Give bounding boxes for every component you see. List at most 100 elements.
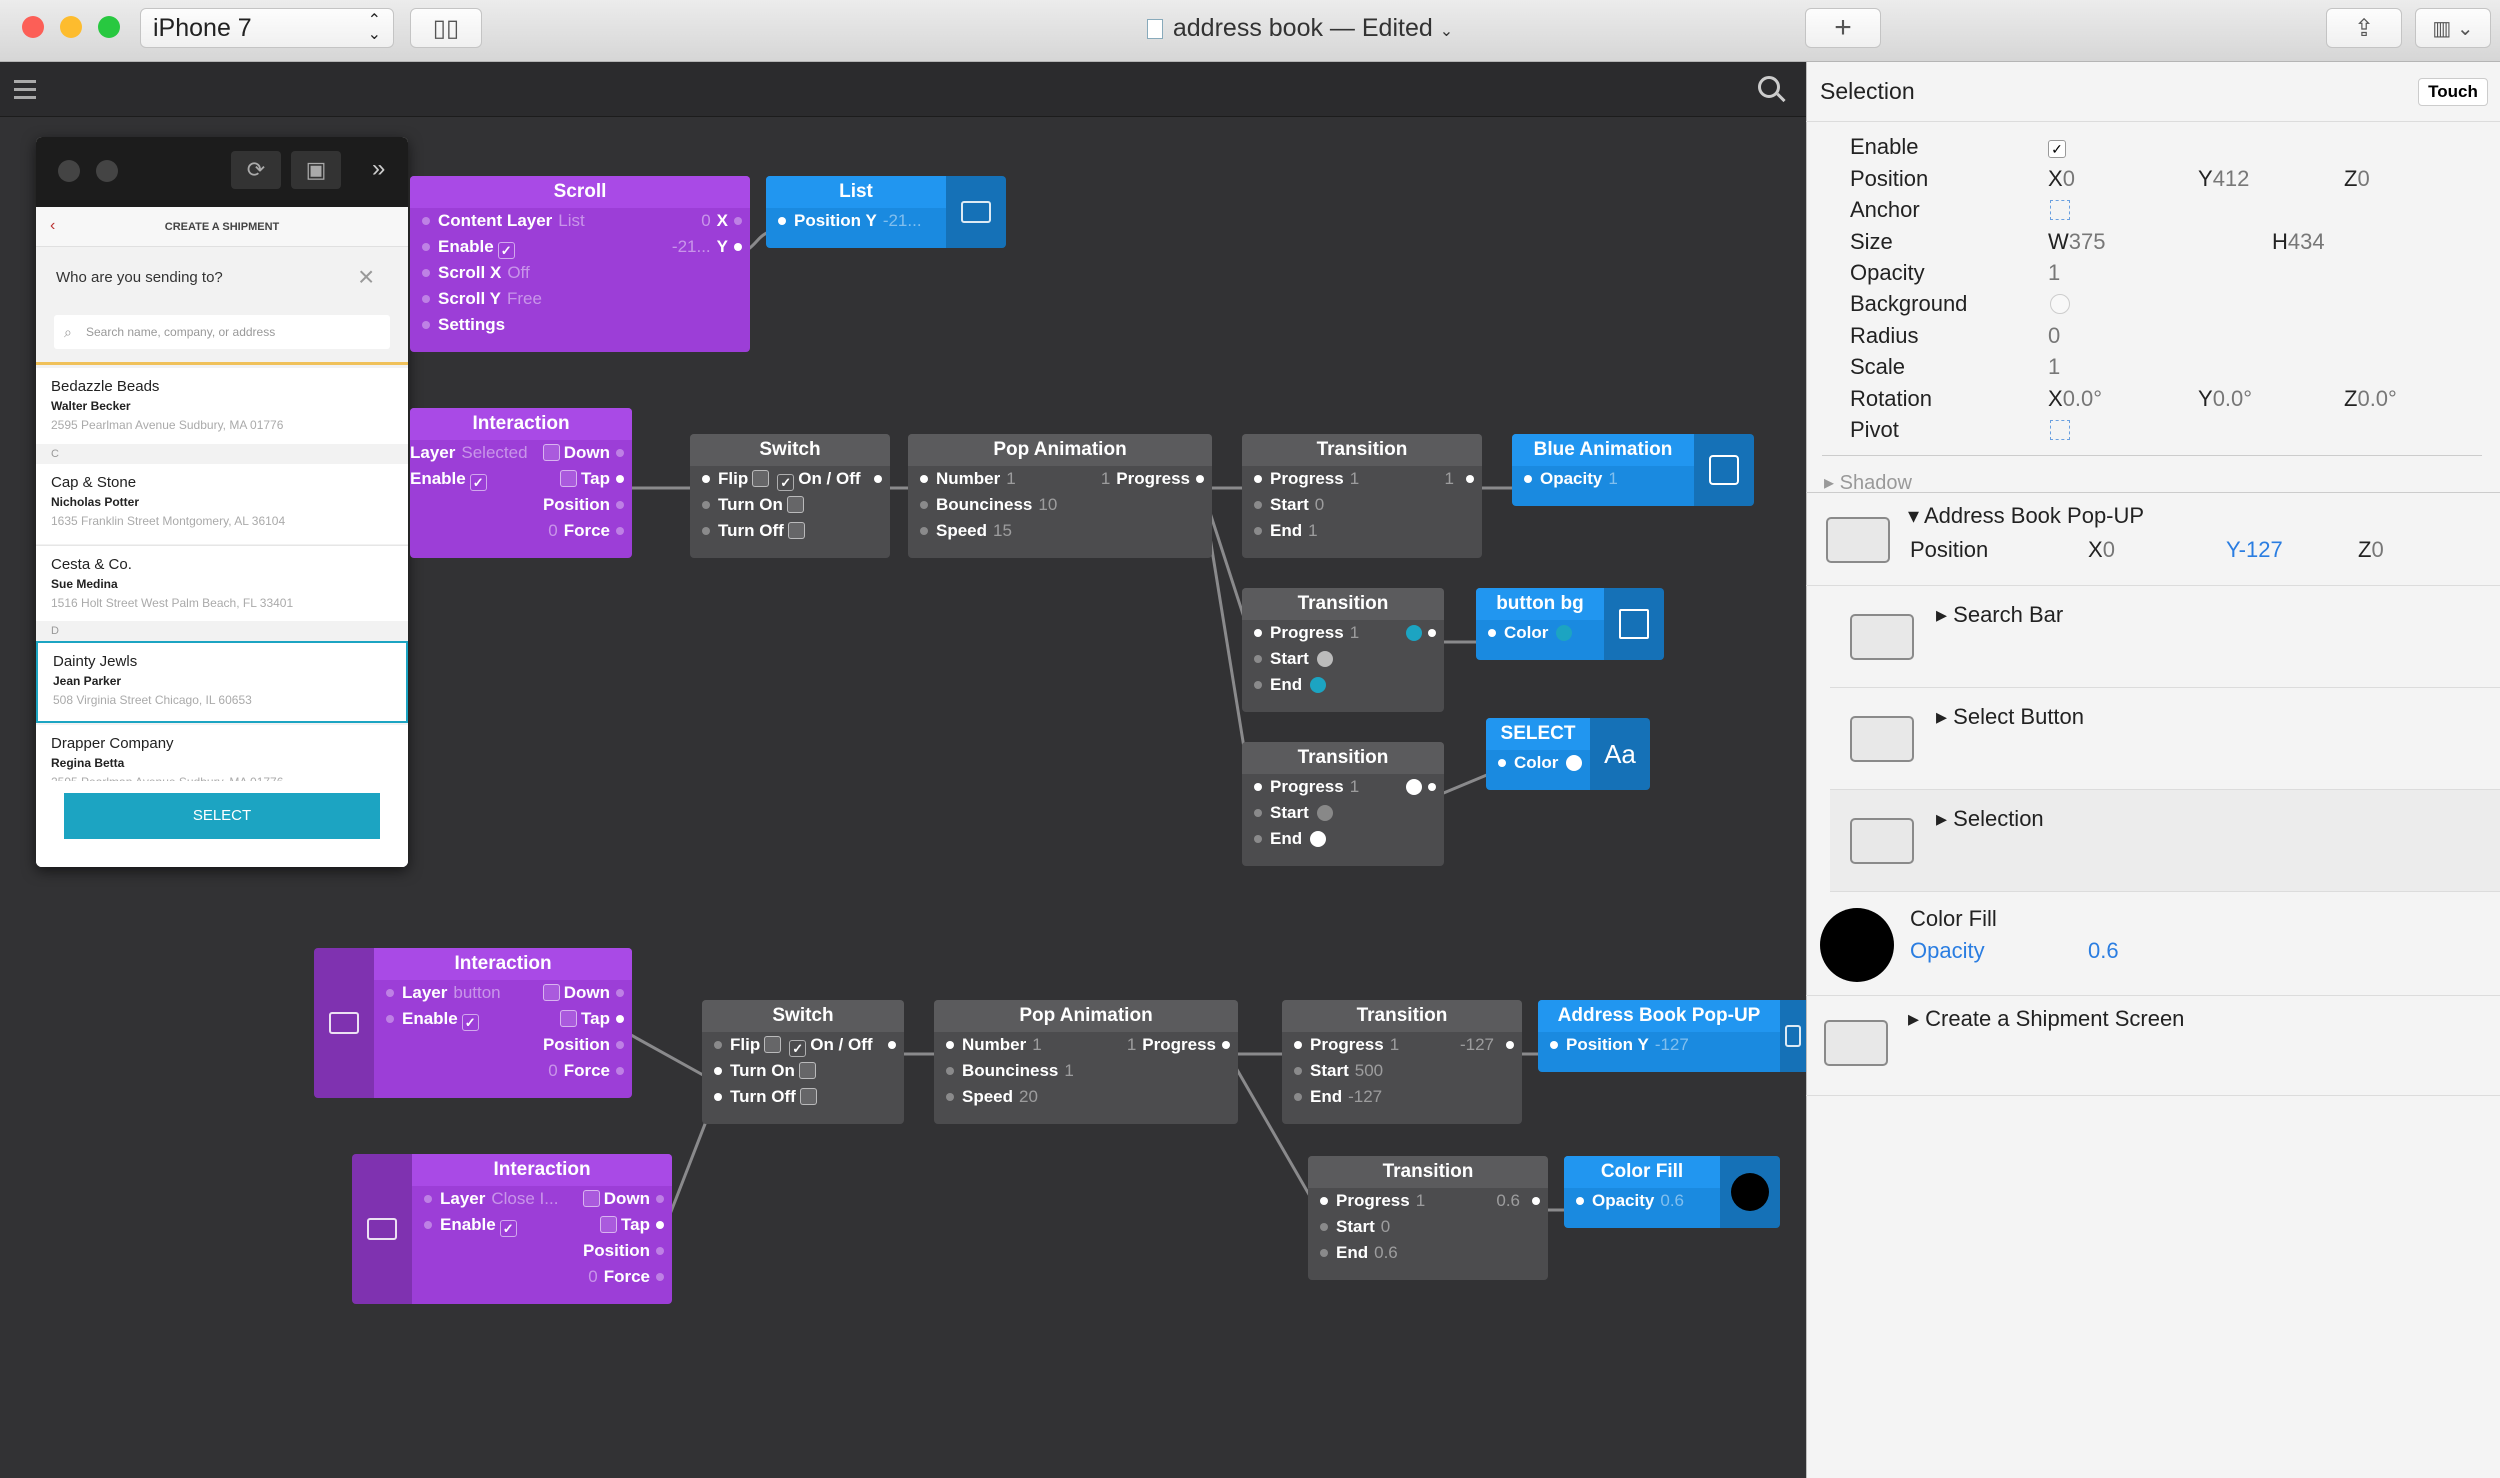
port-end[interactable]: End bbox=[1242, 826, 1444, 852]
port-force[interactable]: 0 Force bbox=[410, 518, 632, 544]
contact-item-selected[interactable]: Dainty Jewls Jean Parker 508 Virginia St… bbox=[36, 641, 408, 723]
position-z-field[interactable]: Z0 bbox=[2344, 166, 2370, 192]
position-x-field[interactable]: X0 bbox=[2048, 166, 2075, 192]
layer-create-shipment-screen[interactable]: ▸ Create a Shipment Screen bbox=[1806, 996, 2500, 1096]
scale-field[interactable]: 1 bbox=[2048, 354, 2060, 380]
port-start[interactable]: Start bbox=[1242, 646, 1444, 672]
port-turn-off[interactable]: Turn Off bbox=[702, 1084, 904, 1110]
port-start[interactable]: Start bbox=[1242, 800, 1444, 826]
patch-switch-1[interactable]: Switch Flip ✓ On / Off Turn On Turn Off bbox=[690, 434, 890, 558]
add-button[interactable]: + bbox=[1805, 8, 1881, 48]
patch-transition-3[interactable]: Transition Progress 1 Start End bbox=[1242, 742, 1444, 866]
port-color[interactable]: Color bbox=[1476, 620, 1604, 646]
port-end[interactable]: End 0.6 bbox=[1308, 1240, 1548, 1266]
patch-transition-4[interactable]: Transition Progress 1 -127 Start 500 End -12… bbox=[1282, 1000, 1522, 1124]
port-flip[interactable]: Flip ✓ On / Off bbox=[702, 1032, 904, 1058]
reload-icon[interactable]: ⟳ bbox=[231, 151, 281, 189]
port-opacity[interactable]: Opacity 0.6 bbox=[1564, 1188, 1720, 1214]
select-button[interactable]: SELECT bbox=[64, 793, 380, 839]
patch-interaction-3[interactable]: Interaction Layer Close I... Down Enable ✓ T… bbox=[352, 1154, 672, 1304]
port-layer[interactable]: Layer button Down bbox=[374, 980, 632, 1006]
port-turn-on[interactable]: Turn On bbox=[702, 1058, 904, 1084]
rotation-y-field[interactable]: Y0.0° bbox=[2198, 386, 2252, 412]
port-start[interactable]: Start 0 bbox=[1242, 492, 1482, 518]
patch-address-book-popup[interactable]: Address Book Pop-UP Position Y -127 bbox=[1538, 1000, 1806, 1072]
patch-color-fill[interactable]: Color Fill Opacity 0.6 bbox=[1564, 1156, 1780, 1228]
radius-field[interactable]: 0 bbox=[2048, 323, 2060, 349]
close-window-button[interactable] bbox=[22, 16, 44, 38]
port-scroll-y[interactable]: Scroll Y Free bbox=[410, 286, 750, 312]
port-turn-on[interactable]: Turn On bbox=[690, 492, 890, 518]
position-y-field[interactable]: Y412 bbox=[2198, 166, 2249, 192]
expand-icon[interactable]: » bbox=[372, 155, 385, 183]
port-progress[interactable]: Progress 1 -127 bbox=[1282, 1032, 1522, 1058]
patch-blue-animation[interactable]: Blue Animation Opacity 1 bbox=[1512, 434, 1754, 506]
contact-item[interactable]: Cesta & Co. Sue Medina 1516 Holt Street … bbox=[36, 545, 408, 621]
port-start[interactable]: Start 0 bbox=[1308, 1214, 1548, 1240]
patch-transition-2[interactable]: Transition Progress 1 Start End bbox=[1242, 588, 1444, 712]
opacity-field[interactable]: 1 bbox=[2048, 260, 2060, 286]
contact-item[interactable]: Cap & Stone Nicholas Potter 1635 Frankli… bbox=[36, 464, 408, 544]
port-end[interactable]: End -127 bbox=[1282, 1084, 1522, 1110]
popup-y-field[interactable]: Y-127 bbox=[2226, 537, 2283, 563]
port-enable[interactable]: Enable ✓ -21... Y bbox=[410, 234, 750, 260]
port-position[interactable]: Position bbox=[410, 492, 632, 518]
port-force[interactable]: 0 Force bbox=[412, 1264, 672, 1290]
size-h-field[interactable]: H434 bbox=[2272, 229, 2325, 255]
port-enable[interactable]: Enable ✓ Tap bbox=[412, 1212, 672, 1238]
port-progress[interactable]: Progress 1 1 bbox=[1242, 466, 1482, 492]
patch-switch-2[interactable]: Switch Flip ✓ On / Off Turn On Turn Off bbox=[702, 1000, 904, 1124]
contact-search-input[interactable]: ⌕ Search name, company, or address bbox=[54, 315, 390, 349]
view-toggle-button[interactable]: ▥ ⌄ bbox=[2415, 8, 2491, 48]
touch-button[interactable]: Touch bbox=[2418, 78, 2488, 106]
port-flip[interactable]: Flip ✓ On / Off bbox=[690, 466, 890, 492]
share-button[interactable]: ⇪ bbox=[2326, 8, 2402, 48]
port-layer[interactable]: Layer Close I... Down bbox=[412, 1186, 672, 1212]
maximize-window-button[interactable] bbox=[98, 16, 120, 38]
colorfill-opacity-field[interactable]: 0.6 bbox=[2088, 938, 2119, 964]
rotation-z-field[interactable]: Z0.0° bbox=[2344, 386, 2397, 412]
port-force[interactable]: 0 Force bbox=[374, 1058, 632, 1084]
patch-list[interactable]: List Position Y -21... bbox=[766, 176, 1006, 248]
shadow-disclosure[interactable]: ▸ Shadow bbox=[1824, 470, 1912, 492]
port-position-y[interactable]: Position Y -127 bbox=[1538, 1032, 1780, 1058]
layer-search-bar[interactable]: ▸ Search Bar bbox=[1830, 586, 2500, 688]
patch-interaction-2[interactable]: Interaction Layer button Down Enable ✓ Tap P… bbox=[314, 948, 632, 1098]
patch-button-bg[interactable]: button bg Color bbox=[1476, 588, 1664, 660]
port-speed[interactable]: Speed 15 bbox=[908, 518, 1212, 544]
popup-z-field[interactable]: Z0 bbox=[2358, 537, 2384, 563]
device-selector[interactable]: iPhone 7 ⌃ ⌄ bbox=[140, 8, 394, 48]
hamburger-menu-icon[interactable] bbox=[14, 80, 36, 100]
minimize-window-button[interactable] bbox=[60, 16, 82, 38]
patch-pop-animation-2[interactable]: Pop Animation Number 1 1 Progress Bouncines… bbox=[934, 1000, 1238, 1124]
port-position-y[interactable]: Position Y -21... bbox=[766, 208, 946, 234]
port-position[interactable]: Position bbox=[412, 1238, 672, 1264]
port-end[interactable]: End 1 bbox=[1242, 518, 1482, 544]
port-speed[interactable]: Speed 20 bbox=[934, 1084, 1238, 1110]
port-enable[interactable]: Enable ✓ Tap bbox=[410, 466, 632, 492]
port-progress[interactable]: Progress 1 bbox=[1242, 620, 1444, 646]
record-icon[interactable]: ▣ bbox=[291, 151, 341, 189]
rotation-x-field[interactable]: X0.0° bbox=[2048, 386, 2102, 412]
port-content-layer[interactable]: Content Layer List 0 X bbox=[410, 208, 750, 234]
anchor-picker-icon[interactable] bbox=[2050, 200, 2070, 220]
document-title[interactable]: address book — Edited ⌄ bbox=[1100, 14, 1500, 43]
close-icon[interactable]: × bbox=[358, 261, 374, 293]
port-opacity[interactable]: Opacity 1 bbox=[1512, 466, 1694, 492]
port-color[interactable]: Color bbox=[1486, 750, 1590, 776]
layer-color-fill[interactable]: Color Fill Opacity 0.6 bbox=[1806, 892, 2500, 996]
layout-toggle-button[interactable]: ▯▯ bbox=[410, 8, 482, 48]
popup-x-field[interactable]: X0 bbox=[2088, 537, 2115, 563]
layer-select-button[interactable]: ▸ Select Button bbox=[1830, 688, 2500, 790]
patch-select-text[interactable]: SELECT Color Aa bbox=[1486, 718, 1650, 790]
port-turn-off[interactable]: Turn Off bbox=[690, 518, 890, 544]
port-end[interactable]: End bbox=[1242, 672, 1444, 698]
patch-scroll[interactable]: Scroll Content Layer List 0 X Enable ✓ -21...… bbox=[410, 176, 750, 352]
port-progress[interactable]: Progress 1 0.6 bbox=[1308, 1188, 1548, 1214]
patch-interaction-1[interactable]: Interaction Layer Selected Down Enable ✓ Tap… bbox=[410, 408, 632, 558]
layer-selection[interactable]: ▸ Selection bbox=[1830, 790, 2500, 892]
layer-address-book-popup[interactable]: ▾ Address Book Pop-UP Position X0 Y-127 … bbox=[1806, 492, 2500, 586]
patch-pop-animation-1[interactable]: Pop Animation Number 1 1 Progress Bouncines… bbox=[908, 434, 1212, 558]
port-position[interactable]: Position bbox=[374, 1032, 632, 1058]
port-scroll-x[interactable]: Scroll X Off bbox=[410, 260, 750, 286]
